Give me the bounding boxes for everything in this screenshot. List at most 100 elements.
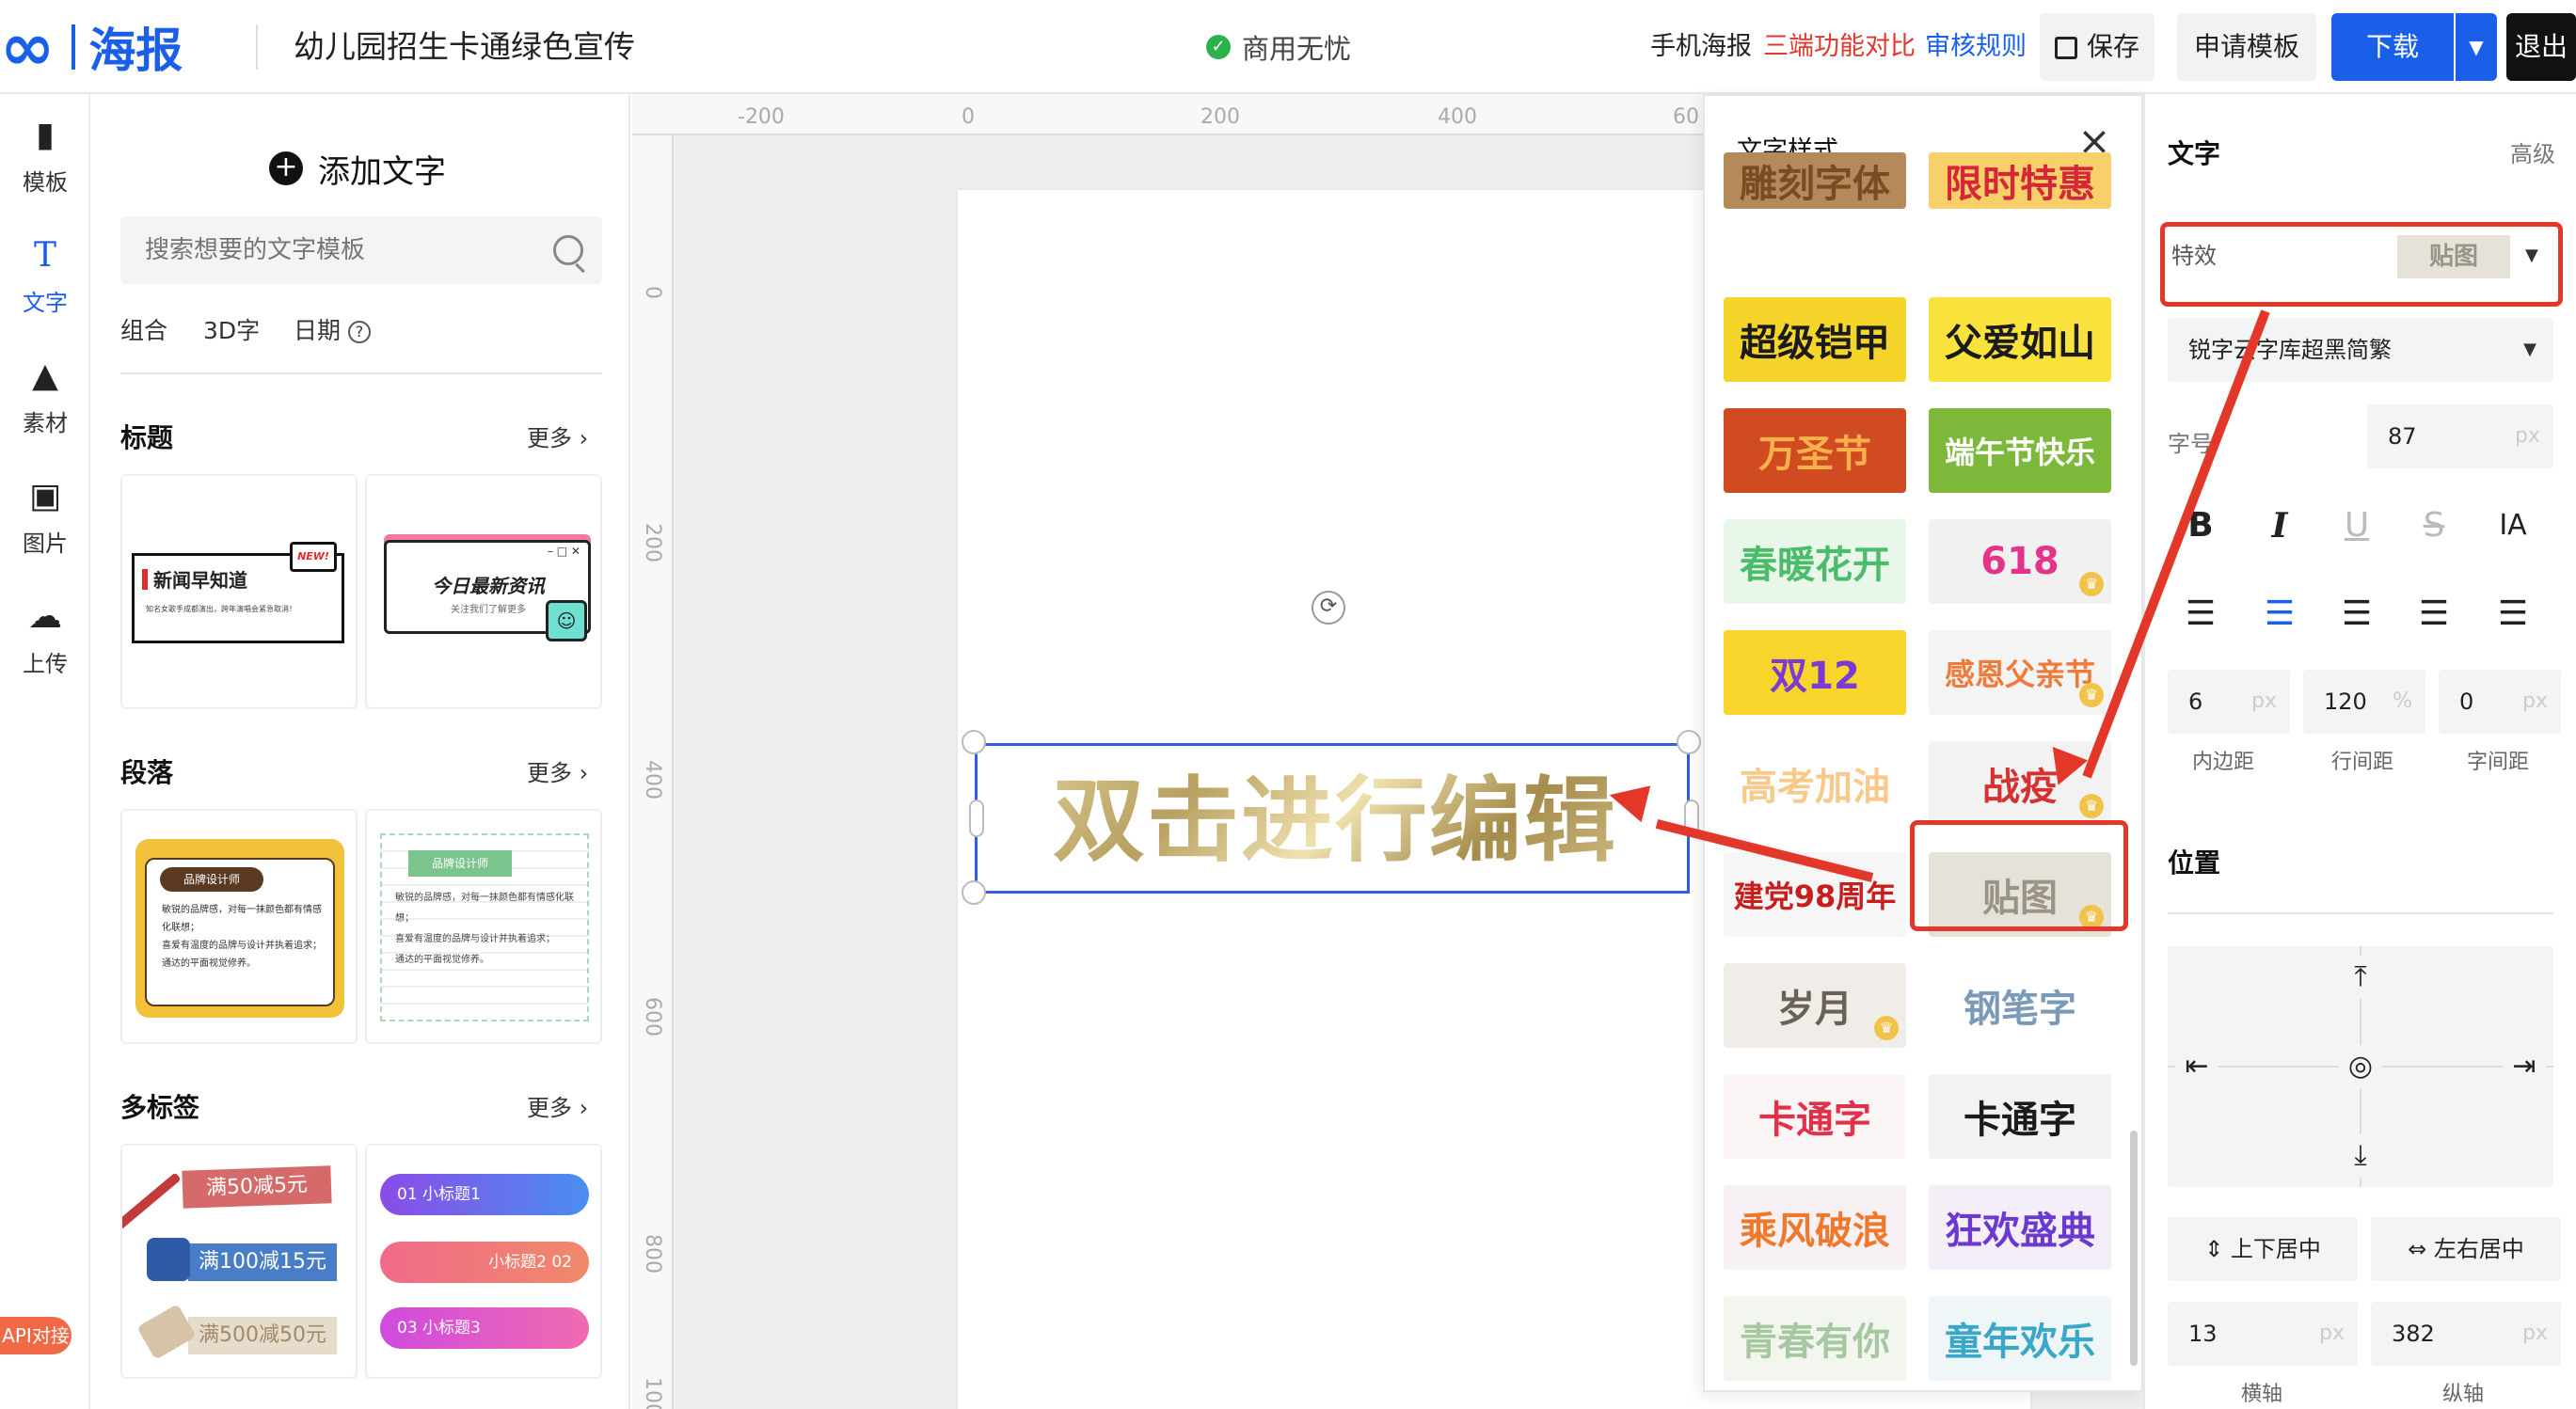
style-tile-label: 感恩父亲节 bbox=[1944, 657, 2095, 692]
logo[interactable]: ∞ 海报 bbox=[0, 8, 183, 86]
category-3d[interactable]: 3D字 bbox=[203, 312, 260, 346]
style-tile[interactable]: 战疫 ♛ bbox=[1929, 741, 2111, 826]
align-right-icon[interactable]: ☰ bbox=[2324, 581, 2390, 647]
y-input[interactable]: 382 px bbox=[2371, 1302, 2561, 1366]
center-vertical-label: 上下居中 bbox=[2230, 1236, 2321, 1262]
canvas-text[interactable]: 双击进行编辑 bbox=[978, 746, 1693, 896]
save-button[interactable]: 保存 bbox=[2040, 13, 2155, 81]
style-tile-label: 限时特惠 bbox=[1945, 163, 2095, 206]
selected-text-element[interactable]: 双击进行编辑 bbox=[975, 743, 1690, 894]
api-badge[interactable]: API对接 bbox=[0, 1317, 72, 1354]
style-tile-label: 钢笔字 bbox=[1964, 988, 2076, 1031]
rail-item-upload[interactable]: ☁ 上传 bbox=[0, 598, 90, 702]
size-input[interactable]: 87 px bbox=[2367, 404, 2553, 468]
style-tile[interactable]: 钢笔字 bbox=[1929, 963, 2111, 1048]
apply-template-button[interactable]: 申请模板 bbox=[2177, 13, 2316, 81]
font-select[interactable]: 锐字云字库超黑简繁 ▼ bbox=[2168, 318, 2553, 382]
ruler-tick: 400 bbox=[641, 760, 664, 799]
style-tile[interactable]: 万圣节 bbox=[1724, 408, 1906, 493]
more-link[interactable]: 更多 › bbox=[527, 754, 588, 787]
style-tile[interactable]: 618 ♛ bbox=[1929, 519, 2111, 604]
search-icon[interactable] bbox=[553, 235, 583, 265]
align-center-icon[interactable]: ☰ bbox=[2247, 581, 2313, 647]
align-left-icon[interactable]: ☰ bbox=[2168, 581, 2234, 647]
align-center-point-icon[interactable]: ◎ bbox=[2339, 1045, 2382, 1088]
rotate-handle-icon[interactable]: ⟳ bbox=[1312, 591, 1345, 625]
center-horizontal-button[interactable]: ⇔ 左右居中 bbox=[2371, 1217, 2561, 1281]
tag-template-card[interactable]: 满50减5元 满100减15元 满500减50元 bbox=[120, 1144, 358, 1379]
search-input[interactable] bbox=[120, 216, 534, 284]
style-tile[interactable]: 高考加油 bbox=[1724, 741, 1906, 826]
style-tile-label: 春暖花开 bbox=[1740, 544, 1890, 587]
category-combo[interactable]: 组合 bbox=[120, 312, 167, 346]
style-tile-label: 青春有你 bbox=[1740, 1321, 1890, 1364]
download-dropdown-icon[interactable]: ▼ bbox=[2456, 13, 2497, 81]
style-tile-label: 童年欢乐 bbox=[1945, 1321, 2095, 1364]
align-full-icon[interactable]: ☰ bbox=[2480, 581, 2546, 647]
mobile-poster-link[interactable]: 手机海报 bbox=[1650, 21, 1752, 73]
help-icon[interactable]: ? bbox=[347, 321, 371, 343]
resize-handle[interactable] bbox=[969, 799, 984, 837]
style-tile[interactable]: 岁月 ♛ bbox=[1724, 963, 1906, 1048]
padding-value: 6 bbox=[2188, 689, 2203, 715]
style-tile[interactable]: 超级铠甲 bbox=[1724, 297, 1906, 382]
line-height-input[interactable]: 120% bbox=[2303, 670, 2425, 734]
ruler-tick: 200 bbox=[641, 523, 664, 562]
scrollbar[interactable] bbox=[2130, 1131, 2138, 1366]
center-vertical-button[interactable]: ⇕ 上下居中 bbox=[2168, 1217, 2358, 1281]
align-top-icon[interactable]: ⤒ bbox=[2339, 956, 2382, 999]
rail-label: 模板 bbox=[23, 169, 68, 196]
resize-handle[interactable] bbox=[962, 730, 986, 754]
rail-item-image[interactable]: ▣ 图片 bbox=[0, 478, 90, 581]
more-link[interactable]: 更多 › bbox=[527, 1089, 588, 1122]
style-tile[interactable]: 父爱如山 bbox=[1929, 297, 2111, 382]
style-tile[interactable]: 狂欢盛典 bbox=[1929, 1185, 2111, 1270]
rail-item-text[interactable]: T 文字 bbox=[0, 237, 90, 340]
download-button[interactable]: 下载 bbox=[2331, 13, 2454, 81]
compare-link[interactable]: 三端功能对比 bbox=[1763, 21, 1916, 73]
document-title[interactable]: 幼儿园招生卡通绿色宣传 bbox=[294, 17, 635, 77]
style-tile[interactable]: 卡通字 bbox=[1724, 1074, 1906, 1159]
more-link[interactable]: 更多 › bbox=[527, 420, 588, 452]
italic-button[interactable]: I bbox=[2247, 493, 2313, 559]
x-input[interactable]: 13 px bbox=[2168, 1302, 2358, 1366]
style-tile-label: 卡通字 bbox=[1964, 1099, 2076, 1142]
style-tile[interactable]: 卡通字 bbox=[1929, 1074, 2111, 1159]
align-justify-icon[interactable]: ☰ bbox=[2401, 581, 2467, 647]
exit-button[interactable]: 退出 bbox=[2506, 13, 2576, 81]
tag-template-card[interactable]: 01 小标题1 小标题2 02 03 小标题3 bbox=[365, 1144, 602, 1379]
align-bottom-icon[interactable]: ⤓ bbox=[2339, 1134, 2382, 1178]
resize-handle[interactable] bbox=[962, 880, 986, 905]
paragraph-template-card[interactable]: 品牌设计师 敏锐的品牌感，对每一抹颜色都有情感化联想； 喜爱有温度的品牌与设计并… bbox=[365, 809, 602, 1044]
underline-button[interactable]: U bbox=[2324, 493, 2390, 559]
strikethrough-button[interactable]: S bbox=[2401, 493, 2467, 559]
logo-mark: ∞ bbox=[0, 8, 56, 86]
resize-handle[interactable] bbox=[1677, 730, 1701, 754]
category-date[interactable]: 日期 ? bbox=[294, 312, 371, 346]
review-rules-link[interactable]: 审核规则 bbox=[1925, 21, 2027, 73]
style-tile[interactable]: 双12 bbox=[1724, 630, 1906, 715]
title-template-card[interactable]: – □ ✕ 今日最新资讯 关注我们了解更多 ☺ bbox=[365, 474, 602, 709]
style-tile[interactable]: 春暖花开 bbox=[1724, 519, 1906, 604]
style-tile[interactable]: 乘风破浪 bbox=[1724, 1185, 1906, 1270]
align-left-edge-icon[interactable]: ⇤ bbox=[2175, 1045, 2218, 1088]
style-tile[interactable]: 童年欢乐 bbox=[1929, 1296, 2111, 1381]
letter-spacing-input[interactable]: 0 px bbox=[2439, 670, 2561, 734]
align-right-edge-icon[interactable]: ⇥ bbox=[2503, 1045, 2546, 1088]
vertical-text-button[interactable]: IA bbox=[2480, 493, 2546, 559]
style-tile[interactable]: 雕刻字体 bbox=[1724, 152, 1906, 209]
padding-input[interactable]: 6 px bbox=[2168, 670, 2290, 734]
style-tile[interactable]: 感恩父亲节 ♛ bbox=[1929, 630, 2111, 715]
title-template-card[interactable]: 新闻早知道 知名女歌手成都演出，跨年演唱会紧急取消！ NEW! bbox=[120, 474, 358, 709]
rail-item-template[interactable]: ▮ 模板 bbox=[0, 117, 90, 220]
vip-crown-icon: ♛ bbox=[1874, 1016, 1899, 1040]
style-tile[interactable]: 端午节快乐 bbox=[1929, 408, 2111, 493]
style-tile[interactable]: 限时特惠 bbox=[1929, 152, 2111, 209]
card-heading: 今日最新资讯 bbox=[432, 575, 545, 597]
style-tile[interactable]: 青春有你 bbox=[1724, 1296, 1906, 1381]
rail-item-material[interactable]: ▲ 素材 bbox=[0, 357, 90, 461]
paragraph-template-card[interactable]: 品牌设计师 敏锐的品牌感，对每一抹颜色都有情感化联想； 喜爱有温度的品牌与设计并… bbox=[120, 809, 358, 1044]
add-text-button[interactable]: + 添加文字 bbox=[269, 135, 446, 201]
font-value: 锐字云字库超黑简繁 bbox=[2188, 337, 2392, 363]
advanced-link[interactable]: 高级 bbox=[2510, 135, 2555, 168]
